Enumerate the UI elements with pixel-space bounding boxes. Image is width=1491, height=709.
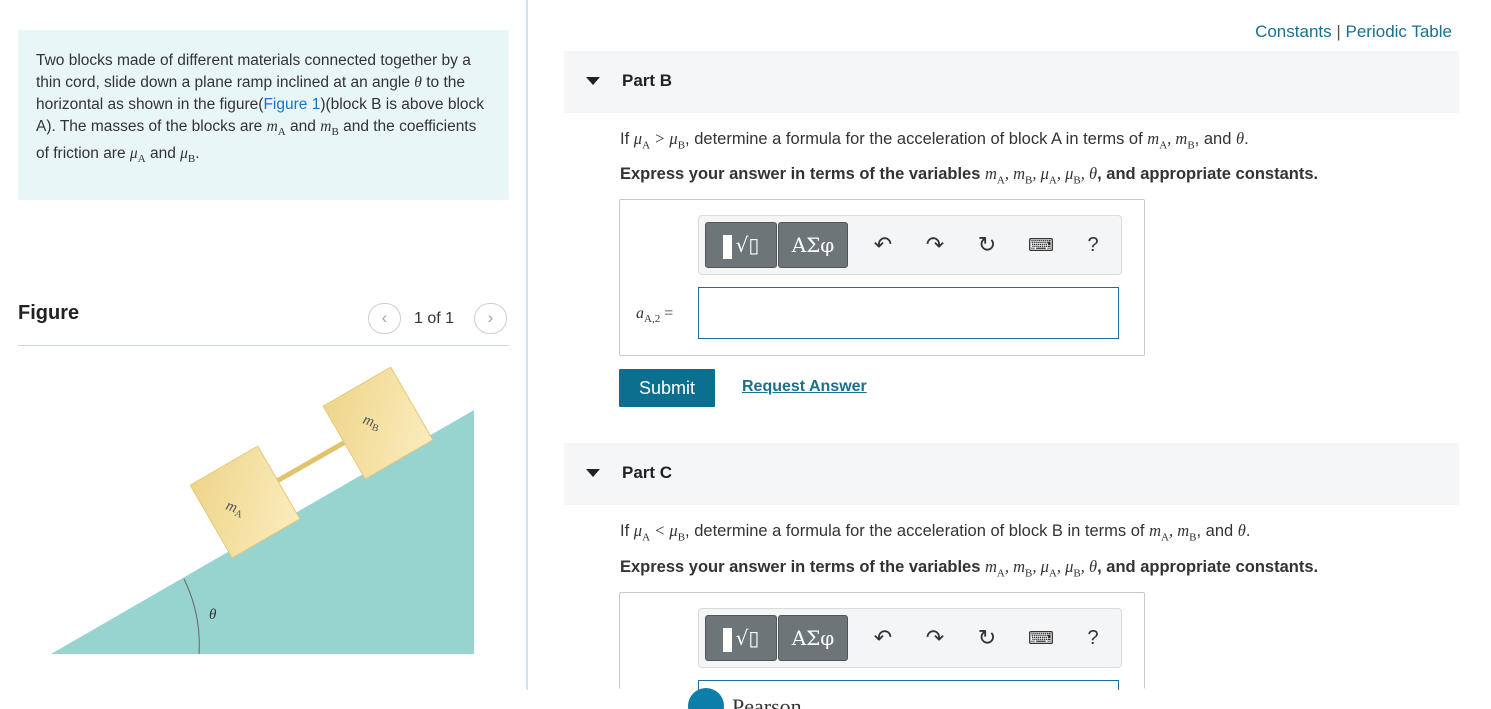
greek-symbols-button[interactable]: ΑΣφ xyxy=(778,615,848,661)
math-toolbar: √▯ ΑΣφ ↶ ↷ ↻ ⌨ ? xyxy=(698,215,1122,275)
theta-label: θ xyxy=(209,607,217,623)
part-c-vars: mA, mB xyxy=(1149,521,1197,544)
help-button[interactable]: ? xyxy=(1077,229,1109,261)
keyboard-icon[interactable]: ⌨ xyxy=(1025,229,1057,261)
answer-variable-label: aA,2 = xyxy=(636,305,674,326)
pearson-logo-text: Pearson xyxy=(732,694,802,709)
chevron-right-icon: › xyxy=(487,308,494,327)
mass-b-symbol: mB xyxy=(320,118,339,139)
top-links: Constants | Periodic Table xyxy=(1255,22,1452,42)
greek-symbols-button[interactable]: ΑΣφ xyxy=(778,222,848,268)
part-b-instruction-vars: mA, mB, μA, μB, θ xyxy=(984,164,1098,187)
part-b-condition: μA > μB xyxy=(633,129,686,152)
part-c-condition: μA < μB xyxy=(633,521,686,544)
problem-statement: Two blocks made of different materials c… xyxy=(18,30,509,200)
mu-b-symbol: μB xyxy=(180,145,196,166)
chevron-left-icon: ‹ xyxy=(381,308,388,327)
pearson-logo: Pearson xyxy=(688,688,828,709)
undo-icon[interactable]: ↶ xyxy=(867,622,899,654)
constants-link[interactable]: Constants xyxy=(1255,22,1332,41)
part-b-header[interactable]: Part B xyxy=(564,51,1459,113)
part-b-instruction: Express your answer in terms of the vari… xyxy=(620,164,1319,187)
incline-figure: θ mA mB xyxy=(51,366,474,655)
undo-icon[interactable]: ↶ xyxy=(867,229,899,261)
problem-and-1: and xyxy=(285,118,321,135)
figure-title: Figure xyxy=(18,302,80,324)
part-c-answer-box: √▯ ΑΣφ ↶ ↷ ↻ ⌨ ? xyxy=(619,592,1145,690)
problem-end: . xyxy=(195,145,200,163)
theta-symbol: θ xyxy=(414,74,422,91)
problem-text-1: Two blocks made of different materials c… xyxy=(36,52,471,91)
part-b-answer-input[interactable] xyxy=(698,287,1119,339)
collapse-arrow-icon xyxy=(586,469,600,477)
mass-a-symbol: mA xyxy=(266,118,286,139)
mu-a-symbol: μA xyxy=(129,145,146,166)
redo-icon[interactable]: ↷ xyxy=(919,622,951,654)
figure-header: Figure ‹ 1 of 1 › xyxy=(18,300,509,346)
reset-icon[interactable]: ↻ xyxy=(971,229,1003,261)
part-c-title: Part C xyxy=(622,463,673,482)
part-b-question: If μA > μB, determine a formula for the … xyxy=(620,129,1249,152)
pearson-logo-icon xyxy=(688,688,724,709)
part-c-question: If μA < μB, determine a formula for the … xyxy=(620,521,1251,544)
column-divider xyxy=(526,0,528,690)
top-links-separator: | xyxy=(1336,22,1341,41)
cord xyxy=(268,434,356,488)
reset-icon[interactable]: ↻ xyxy=(971,622,1003,654)
part-b-answer-box: √▯ ΑΣφ ↶ ↷ ↻ ⌨ ? aA,2 = xyxy=(619,199,1145,356)
request-answer-link[interactable]: Request Answer xyxy=(742,378,867,396)
submit-button[interactable]: Submit xyxy=(619,369,715,407)
part-b-vars: mA, mB xyxy=(1147,129,1195,152)
previous-figure-button[interactable]: ‹ xyxy=(368,303,401,334)
part-c-instruction-vars: mA, mB, μA, μB, θ xyxy=(984,557,1098,580)
problem-and-2: and xyxy=(145,145,181,163)
part-c-header[interactable]: Part C xyxy=(564,443,1459,505)
part-b-title: Part B xyxy=(622,71,673,90)
template-button[interactable]: √▯ xyxy=(705,615,777,661)
figure-link[interactable]: Figure 1 xyxy=(263,96,320,113)
next-figure-button[interactable]: › xyxy=(474,303,507,334)
template-button[interactable]: √▯ xyxy=(705,222,777,268)
help-button[interactable]: ? xyxy=(1077,622,1109,654)
left-column: Two blocks made of different materials c… xyxy=(0,0,527,709)
math-toolbar: √▯ ΑΣφ ↶ ↷ ↻ ⌨ ? xyxy=(698,608,1122,668)
collapse-arrow-icon xyxy=(586,77,600,85)
figure-pager-text: 1 of 1 xyxy=(414,310,455,327)
periodic-table-link[interactable]: Periodic Table xyxy=(1346,22,1452,41)
redo-icon[interactable]: ↷ xyxy=(919,229,951,261)
keyboard-icon[interactable]: ⌨ xyxy=(1025,622,1057,654)
part-c-instruction: Express your answer in terms of the vari… xyxy=(620,557,1319,580)
